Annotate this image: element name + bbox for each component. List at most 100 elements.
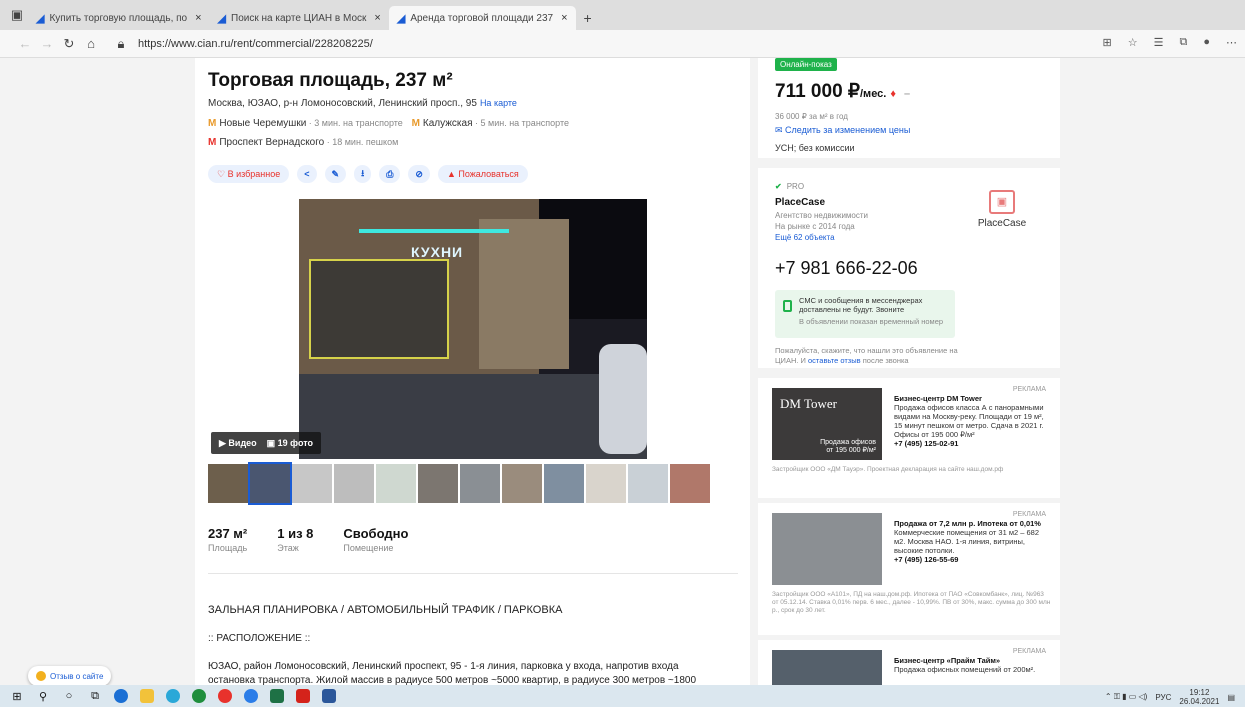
address-bar: ← → ↻ ⌂ 🔒︎ https://www.cian.ru/rent/comm… (0, 30, 1245, 58)
search-icon[interactable]: ⚲ (32, 685, 54, 707)
photos-button[interactable]: ▣ 19 фото (267, 438, 313, 449)
cortana-icon[interactable]: ○ (58, 685, 80, 707)
tab-close-icon[interactable]: × (561, 12, 567, 24)
photo-thumbnail[interactable] (670, 464, 710, 503)
page: Торговая площадь, 237 м² Москва, ЮЗАО, р… (0, 58, 1245, 685)
pro-badge: ✔ PRO (775, 182, 805, 191)
photo-thumbnail[interactable] (248, 462, 292, 505)
agent-phone[interactable]: +7 981 666-22-06 (775, 258, 918, 279)
word-icon[interactable] (318, 685, 340, 707)
home-icon[interactable]: ⌂ (80, 36, 102, 51)
photo-thumbnail[interactable] (292, 464, 332, 503)
window-menu-icon[interactable]: ▣ (6, 7, 28, 23)
agent-objects-link[interactable]: Ещё 62 объекта (775, 233, 835, 242)
price: 711 000 ₽/мес. ♦ – (775, 81, 911, 102)
favorite-button[interactable]: ♡ В избранное (208, 165, 290, 183)
stat-floor: 1 из 8 Этаж (277, 526, 314, 553)
follow-price-link[interactable]: ✉ Следить за изменением цены (775, 125, 910, 136)
online-badge: Онлайн-показ (775, 58, 837, 71)
check-icon: ✔ (775, 182, 782, 191)
explorer-icon[interactable] (136, 685, 158, 707)
tab-2[interactable]: ◢ Поиск на карте ЦИАН в Моск × (210, 6, 389, 30)
tab-1[interactable]: ◢ Купить торговую площадь, по × (28, 6, 210, 30)
main-photo[interactable]: КУХНИ (299, 199, 647, 459)
forward-icon[interactable]: → (36, 36, 58, 51)
photo-thumbnail[interactable] (418, 464, 458, 503)
tray-icons[interactable]: ⌃ ⚿ ▮ ▭ ◁) (1105, 692, 1147, 702)
ad-card-1[interactable]: РЕКЛАМА DM Tower Продажа офисов от 195 0… (758, 378, 1060, 498)
taskbar: ⊞ ⚲ ○ ⧉ ⌃ ⚿ ▮ ▭ ◁) РУС 19:12 26.04.2021 ▤ (0, 685, 1245, 707)
highlighted-storefront (309, 259, 449, 359)
placecase-logo-icon: ▣ (989, 190, 1015, 214)
profile-icon[interactable]: ● (1203, 36, 1210, 49)
ad-card-3[interactable]: РЕКЛАМА Бизнес-центр «Прайм Тайм» Продажа… (758, 640, 1060, 685)
price-card: Онлайн-показ 711 000 ₽/мес. ♦ – 36 000 ₽ з… (758, 58, 1060, 158)
hide-icon[interactable]: ⊘ (408, 165, 430, 183)
excel-icon[interactable] (266, 685, 288, 707)
stat-area: 237 м² Площадь (208, 526, 248, 553)
metro-icon: M (411, 118, 420, 129)
photo-thumbnail[interactable] (460, 464, 500, 503)
photo-thumbnail[interactable] (628, 464, 668, 503)
print-icon[interactable]: ⎙ (379, 165, 401, 183)
share-icon[interactable]: < (297, 165, 317, 183)
video-button[interactable]: ▶ Видео (219, 438, 257, 449)
download-icon[interactable]: ⭳ (354, 165, 372, 183)
report-button[interactable]: ▲ Пожаловаться (437, 165, 528, 183)
photo-thumbnail[interactable] (502, 464, 542, 503)
edit-icon[interactable]: ✎ (324, 165, 347, 183)
sms-warning: СМС и сообщения в мессенджерах доставлен… (775, 290, 955, 338)
edge-icon[interactable] (162, 685, 184, 707)
description-heading: ЗАЛЬНАЯ ПЛАНИРОВКА / АВТОМОБИЛЬНЫЙ ТРАФИ… (208, 604, 563, 616)
agent-logo[interactable]: ▣ PlaceCase (972, 190, 1032, 240)
action-bar: ♡ В избранное < ✎ ⭳ ⎙ ⊘ ▲ Пожаловаться (208, 165, 528, 183)
language-indicator[interactable]: РУС (1155, 693, 1171, 702)
cian-icon: ◢ (217, 12, 227, 25)
tab-close-icon[interactable]: × (195, 12, 201, 24)
new-tab-button[interactable]: + (576, 6, 600, 30)
agent-name[interactable]: PlaceCase (775, 197, 825, 208)
yandex-icon[interactable] (214, 685, 236, 707)
browser-icon[interactable] (240, 685, 262, 707)
chrome-icon[interactable] (188, 685, 210, 707)
tab-close-icon[interactable]: × (374, 12, 380, 24)
star-icon[interactable]: ☆ (1128, 36, 1138, 49)
cian-icon: ◢ (36, 12, 45, 25)
url-field[interactable]: https://www.cian.ru/rent/commercial/2282… (138, 38, 373, 50)
media-bar: ▶ Видео ▣ 19 фото (211, 432, 322, 454)
feedback-button[interactable]: Отзыв о сайте (28, 666, 112, 685)
description-section: :: РАСПОЛОЖЕНИЕ :: (208, 633, 311, 644)
tax-info: УСН; без комиссии (775, 143, 855, 153)
car (599, 344, 647, 454)
back-icon[interactable]: ← (14, 36, 36, 51)
app-icon[interactable] (110, 685, 132, 707)
tab-3-active[interactable]: ◢ Аренда торговой площади 237 × (388, 6, 576, 30)
windows-start-icon[interactable]: ⊞ (6, 685, 28, 707)
map-link[interactable]: На карте (480, 98, 517, 108)
smile-icon (36, 671, 46, 681)
ad-card-2[interactable]: РЕКЛАМА Продажа от 7,2 млн р. Ипотека от… (758, 503, 1060, 635)
ad-image (772, 650, 882, 685)
price-change-icon[interactable]: ♦ (890, 88, 896, 100)
agent-type: Агентство недвижимости (775, 211, 868, 220)
acrobat-icon[interactable] (292, 685, 314, 707)
reload-icon[interactable]: ↻ (58, 36, 80, 52)
more-icon[interactable]: ⋯ (1226, 36, 1237, 49)
reader-icon[interactable]: ⊞ (1103, 36, 1112, 49)
photo-thumbnail[interactable] (586, 464, 626, 503)
task-view-icon[interactable]: ⧉ (84, 685, 106, 707)
store-sign: КУХНИ (411, 244, 464, 260)
photo-thumbnail[interactable] (376, 464, 416, 503)
photo-thumbnail[interactable] (544, 464, 584, 503)
leave-review-link[interactable]: оставьте отзыв (808, 356, 861, 365)
collections-icon[interactable]: ⧉ (1179, 36, 1187, 49)
favorites-icon[interactable]: ☰ (1154, 36, 1164, 49)
video-thumbnail[interactable] (208, 464, 248, 503)
notifications-icon[interactable]: ▤ (1227, 693, 1235, 702)
metro-icon: M (208, 137, 217, 148)
sidewalk (299, 374, 647, 459)
agent-since: На рынке с 2014 года (775, 222, 855, 231)
photo-thumbnail[interactable] (334, 464, 374, 503)
metro-icon: M (208, 118, 217, 129)
clock[interactable]: 19:12 26.04.2021 (1179, 688, 1219, 706)
